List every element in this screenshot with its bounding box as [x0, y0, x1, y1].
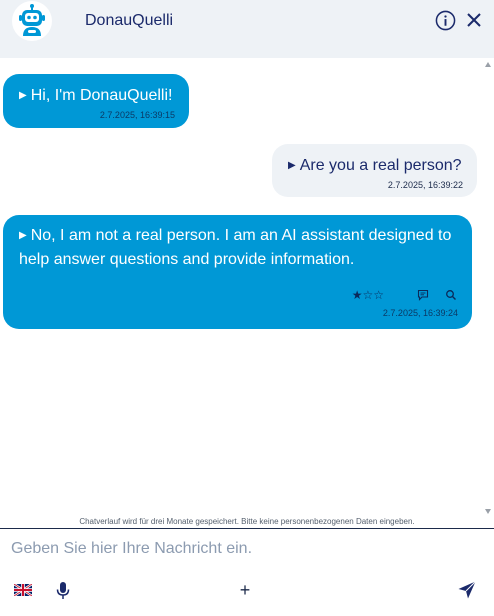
info-icon: [435, 10, 455, 30]
chat-header: DonauQuelli: [0, 0, 494, 58]
message-text: ▶ Hi, I'm DonauQuelli!: [19, 87, 173, 104]
message-actions: ★ ☆ ☆: [19, 288, 458, 302]
message-timestamp: 2.7.2025, 16:39:15: [99, 110, 175, 120]
comment-icon: [417, 289, 429, 301]
chat-history[interactable]: ▶ Hi, I'm DonauQuelli! 2.7.2025, 16:39:15…: [0, 58, 494, 528]
send-icon: [458, 581, 476, 599]
add-attachment-button[interactable]: +: [236, 581, 254, 599]
close-button[interactable]: [463, 9, 485, 31]
star-filled-icon[interactable]: ★: [352, 289, 363, 301]
scroll-down-arrow-icon[interactable]: [485, 509, 491, 514]
message-timestamp: 2.7.2025, 16:39:24: [382, 308, 458, 318]
send-button[interactable]: [456, 579, 478, 601]
microphone-button[interactable]: [55, 580, 71, 600]
search-icon: [446, 290, 456, 300]
bot-message: ▶ No, I am not a real person. I am an AI …: [3, 215, 472, 329]
search-button[interactable]: [444, 288, 458, 302]
message-timestamp: 2.7.2025, 16:39:22: [387, 180, 463, 190]
uk-flag-icon: [14, 584, 32, 596]
message-text: ▶ Are you a real person?: [288, 157, 462, 174]
caret-right-icon: ▶: [19, 230, 27, 241]
feedback-button[interactable]: [416, 288, 430, 302]
star-rating[interactable]: ★ ☆ ☆: [352, 289, 384, 301]
chat-title: DonauQuelli: [85, 12, 174, 29]
scroll-up-arrow-icon[interactable]: [485, 62, 491, 67]
microphone-icon: [56, 581, 70, 599]
user-message: ▶ Are you a real person? 2.7.2025, 16:39:…: [272, 144, 477, 197]
star-empty-icon[interactable]: ☆: [362, 289, 373, 301]
caret-right-icon: ▶: [19, 90, 27, 101]
close-icon: [467, 13, 481, 27]
info-button[interactable]: [434, 9, 456, 31]
robot-icon: [12, 1, 52, 41]
language-button[interactable]: [13, 583, 33, 597]
star-empty-icon[interactable]: ☆: [373, 289, 384, 301]
message-input[interactable]: [0, 529, 494, 569]
caret-right-icon: ▶: [288, 160, 296, 171]
bot-message: ▶ Hi, I'm DonauQuelli! 2.7.2025, 16:39:15: [3, 74, 189, 128]
privacy-notice: Chatverlauf wird für drei Monate gespeic…: [79, 517, 415, 526]
message-text: ▶ No, I am not a real person. I am an AI …: [19, 227, 452, 268]
